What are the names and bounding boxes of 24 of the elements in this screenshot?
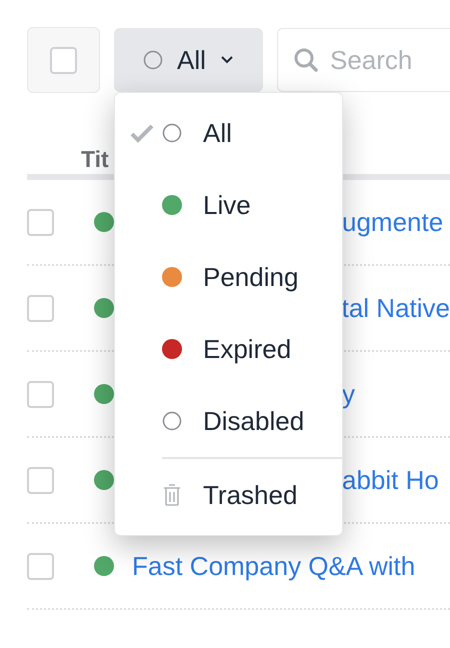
chevron-down-icon xyxy=(220,55,234,65)
checkbox[interactable] xyxy=(27,294,54,322)
trash-icon xyxy=(162,483,182,507)
menu-item[interactable]: All xyxy=(115,97,342,169)
menu-item[interactable]: Live xyxy=(115,169,342,241)
title-link[interactable]: Fast Company Q&A with xyxy=(132,546,416,586)
menu-item[interactable]: Trashed xyxy=(115,459,342,531)
column-header: Tit xyxy=(81,147,109,171)
menu-item[interactable]: Pending xyxy=(115,241,342,313)
check-icon xyxy=(130,123,154,143)
status-icon xyxy=(162,123,182,143)
checkbox[interactable] xyxy=(27,208,54,236)
checkbox[interactable] xyxy=(27,380,54,408)
search-icon xyxy=(293,47,319,73)
menu-item[interactable]: Expired xyxy=(115,313,342,385)
filter-dropdown[interactable]: All xyxy=(114,28,263,92)
search-field[interactable]: Search xyxy=(277,28,450,92)
menu-item[interactable]: Disabled xyxy=(115,385,342,457)
checkbox[interactable] xyxy=(27,466,54,494)
status-icon xyxy=(143,50,164,70)
checkbox[interactable] xyxy=(50,46,77,74)
select-all-button[interactable] xyxy=(27,27,100,93)
checkbox[interactable] xyxy=(27,552,54,580)
status-icon xyxy=(162,411,182,431)
